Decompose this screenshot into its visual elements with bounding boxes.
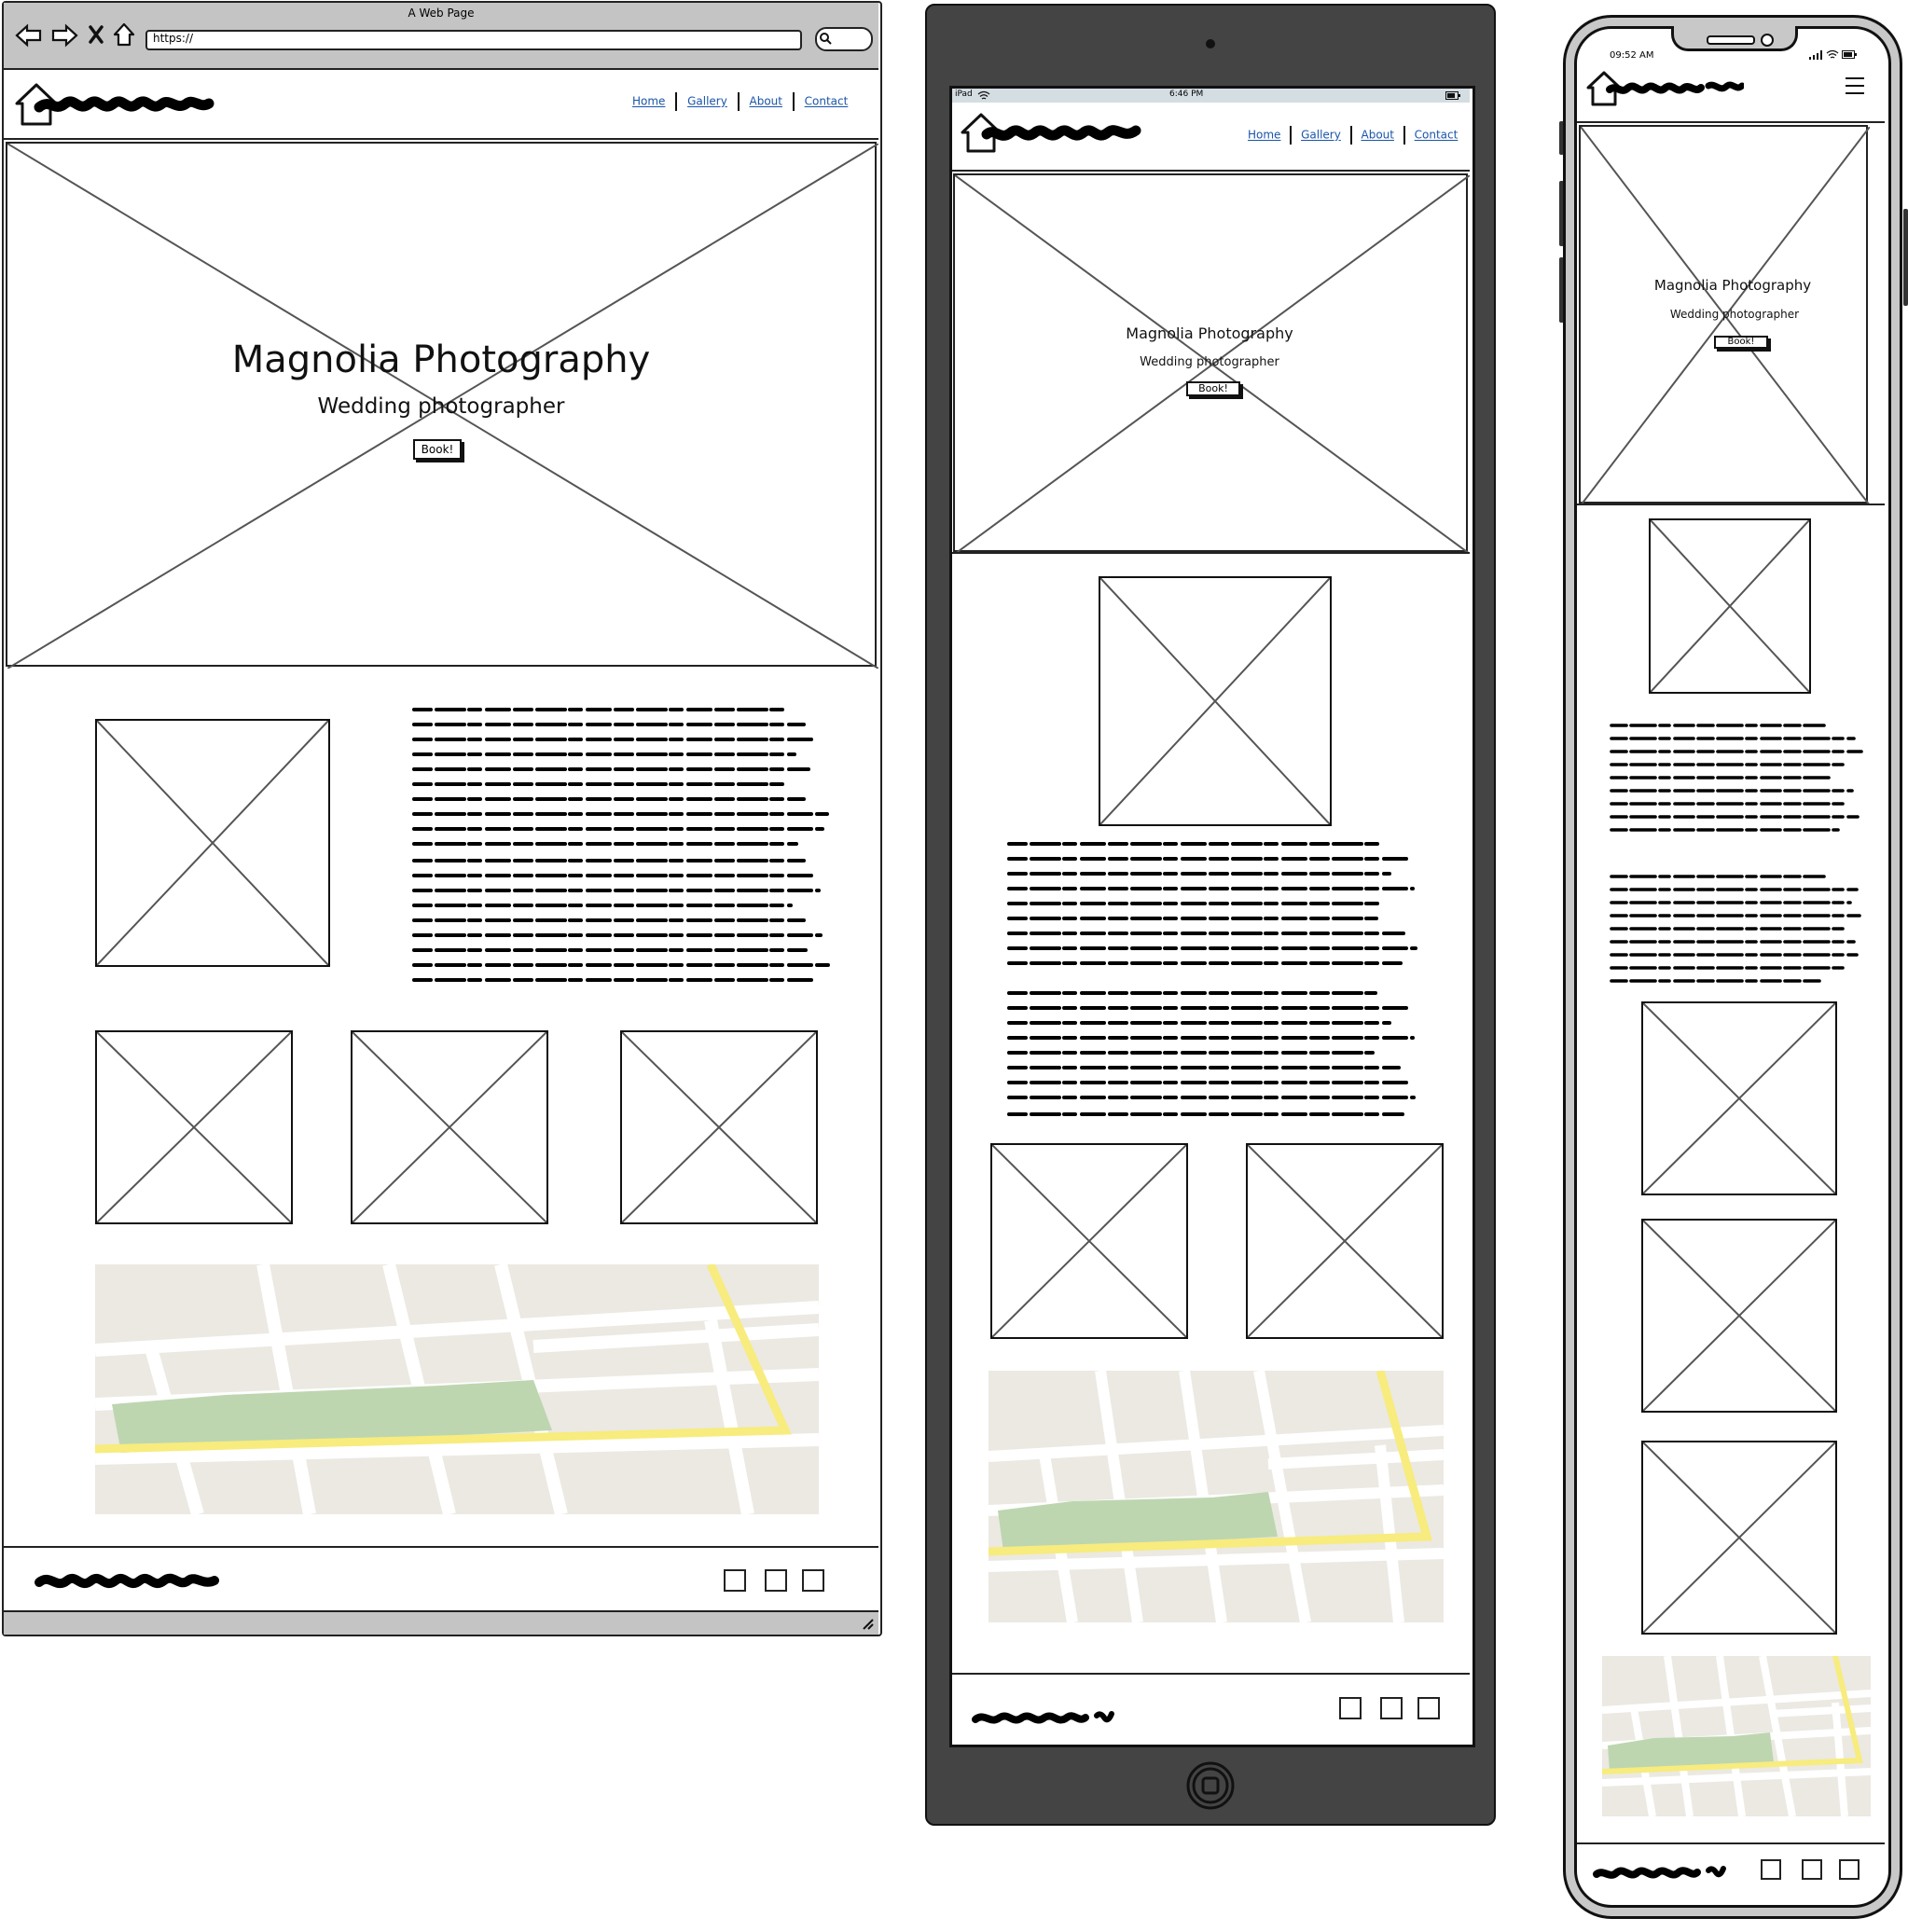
- tablet-camera: [1206, 39, 1215, 48]
- hero-subtitle: Wedding photographer: [1669, 308, 1800, 321]
- footer-divider: [1577, 1842, 1885, 1844]
- image-placeholder: [1099, 576, 1332, 826]
- nav-contact-link[interactable]: Contact: [805, 95, 849, 108]
- footer-logo-scribble: [1593, 1866, 1726, 1879]
- battery-icon: [1842, 50, 1857, 59]
- nav-about-link[interactable]: About: [750, 95, 782, 108]
- url-bar[interactable]: [145, 30, 802, 50]
- book-button[interactable]: Book!: [413, 439, 462, 460]
- hero-title: Magnolia Photography: [231, 338, 651, 381]
- footer-divider: [952, 1673, 1470, 1675]
- gallery-image-placeholder: [95, 1030, 293, 1224]
- social-icon[interactable]: [724, 1569, 746, 1592]
- browser-status-bar: [4, 1610, 878, 1635]
- status-time: 09:52 AM: [1610, 50, 1654, 61]
- close-icon[interactable]: [88, 25, 104, 44]
- battery-icon: [1445, 91, 1460, 100]
- nav-divider: [1403, 126, 1405, 145]
- house-logo-icon: [1586, 71, 1744, 106]
- gallery-image-placeholder: [620, 1030, 818, 1224]
- nav-about-link[interactable]: About: [1362, 129, 1394, 142]
- nav-home-link[interactable]: Home: [1248, 129, 1280, 142]
- url-text: https://: [153, 32, 194, 45]
- phone-mockup: 09:52 AM Magnolia Photography Wedding ph…: [1559, 13, 1908, 1932]
- phone-camera: [1761, 34, 1774, 47]
- footer-logo-scribble: [972, 1711, 1114, 1724]
- gallery-image-placeholder: [990, 1143, 1188, 1339]
- nav-divider: [792, 92, 795, 111]
- nav-home-link[interactable]: Home: [632, 95, 665, 108]
- nav-gallery-link[interactable]: Gallery: [1301, 129, 1341, 142]
- home-button-icon[interactable]: [1185, 1760, 1236, 1811]
- house-logo-icon: [961, 113, 1141, 153]
- hamburger-menu-icon[interactable]: [1845, 76, 1865, 95]
- footer-logo-scribble: [35, 1573, 219, 1589]
- social-icon[interactable]: [1417, 1697, 1440, 1719]
- nav-divider: [675, 92, 678, 111]
- text-scribble-block: [1610, 724, 1863, 983]
- forward-arrow-icon[interactable]: [50, 23, 78, 48]
- map-graphic[interactable]: [95, 1264, 819, 1514]
- social-icon[interactable]: [765, 1569, 787, 1592]
- phone-speaker: [1707, 35, 1755, 45]
- social-icon[interactable]: [1380, 1697, 1403, 1719]
- book-button[interactable]: Book!: [1186, 381, 1240, 396]
- nav-gallery-link[interactable]: Gallery: [687, 95, 727, 108]
- phone-side-button: [1903, 209, 1908, 306]
- social-icon[interactable]: [1339, 1697, 1362, 1719]
- nav-divider: [1290, 126, 1293, 145]
- text-scribble-block: [412, 708, 830, 982]
- tablet-mockup: iPad 6:46 PM Home Gallery About Contact …: [925, 4, 1496, 1826]
- hero-title: Magnolia Photography: [1653, 277, 1812, 294]
- window-title: A Web Page: [408, 7, 475, 20]
- social-icon[interactable]: [1802, 1859, 1822, 1880]
- gallery-image-placeholder: [351, 1030, 548, 1224]
- back-arrow-icon[interactable]: [15, 23, 43, 48]
- desktop-nav: Home Gallery About Contact: [632, 92, 848, 111]
- gallery-image-placeholder: [1641, 1001, 1837, 1195]
- header-divider: [4, 138, 878, 140]
- image-placeholder: [95, 719, 330, 967]
- tablet-status-bar: [952, 89, 1470, 103]
- hero-subtitle: Wedding photographer: [317, 394, 565, 419]
- search-icon: [820, 33, 832, 45]
- home-icon[interactable]: [112, 21, 136, 48]
- gallery-image-placeholder: [1641, 1441, 1837, 1635]
- map-graphic[interactable]: [989, 1371, 1444, 1622]
- social-icon[interactable]: [1839, 1859, 1860, 1880]
- header-divider: [952, 170, 1470, 172]
- hero-divider: [952, 552, 1470, 554]
- house-logo-icon: [15, 83, 214, 126]
- hero-subtitle: Wedding photographer: [1140, 355, 1279, 369]
- nav-divider: [737, 92, 740, 111]
- book-button[interactable]: Book!: [1714, 336, 1768, 349]
- status-time: 6:46 PM: [1169, 90, 1204, 99]
- nav-contact-link[interactable]: Contact: [1415, 129, 1459, 142]
- nav-divider: [1349, 126, 1352, 145]
- wifi-icon: [1826, 49, 1839, 59]
- hero-divider: [1577, 504, 1885, 505]
- tablet-nav: Home Gallery About Contact: [1248, 126, 1458, 145]
- footer-divider: [4, 1546, 878, 1548]
- image-placeholder: [1649, 518, 1811, 694]
- desktop-browser-mockup: A Web Page https:// Home Gallery About C…: [2, 1, 882, 1636]
- status-device: iPad: [955, 90, 973, 99]
- social-icon[interactable]: [802, 1569, 824, 1592]
- wifi-icon: [977, 90, 990, 100]
- hero-title: Magnolia Photography: [1126, 324, 1293, 342]
- gallery-image-placeholder: [1641, 1219, 1837, 1413]
- gallery-image-placeholder: [1246, 1143, 1444, 1339]
- resize-grip-icon[interactable]: [862, 1618, 875, 1631]
- social-icon[interactable]: [1761, 1859, 1781, 1880]
- text-scribble-block: [1007, 842, 1417, 1116]
- map-graphic[interactable]: [1602, 1656, 1871, 1816]
- header-divider: [1577, 121, 1885, 123]
- signal-icon: [1809, 50, 1822, 60]
